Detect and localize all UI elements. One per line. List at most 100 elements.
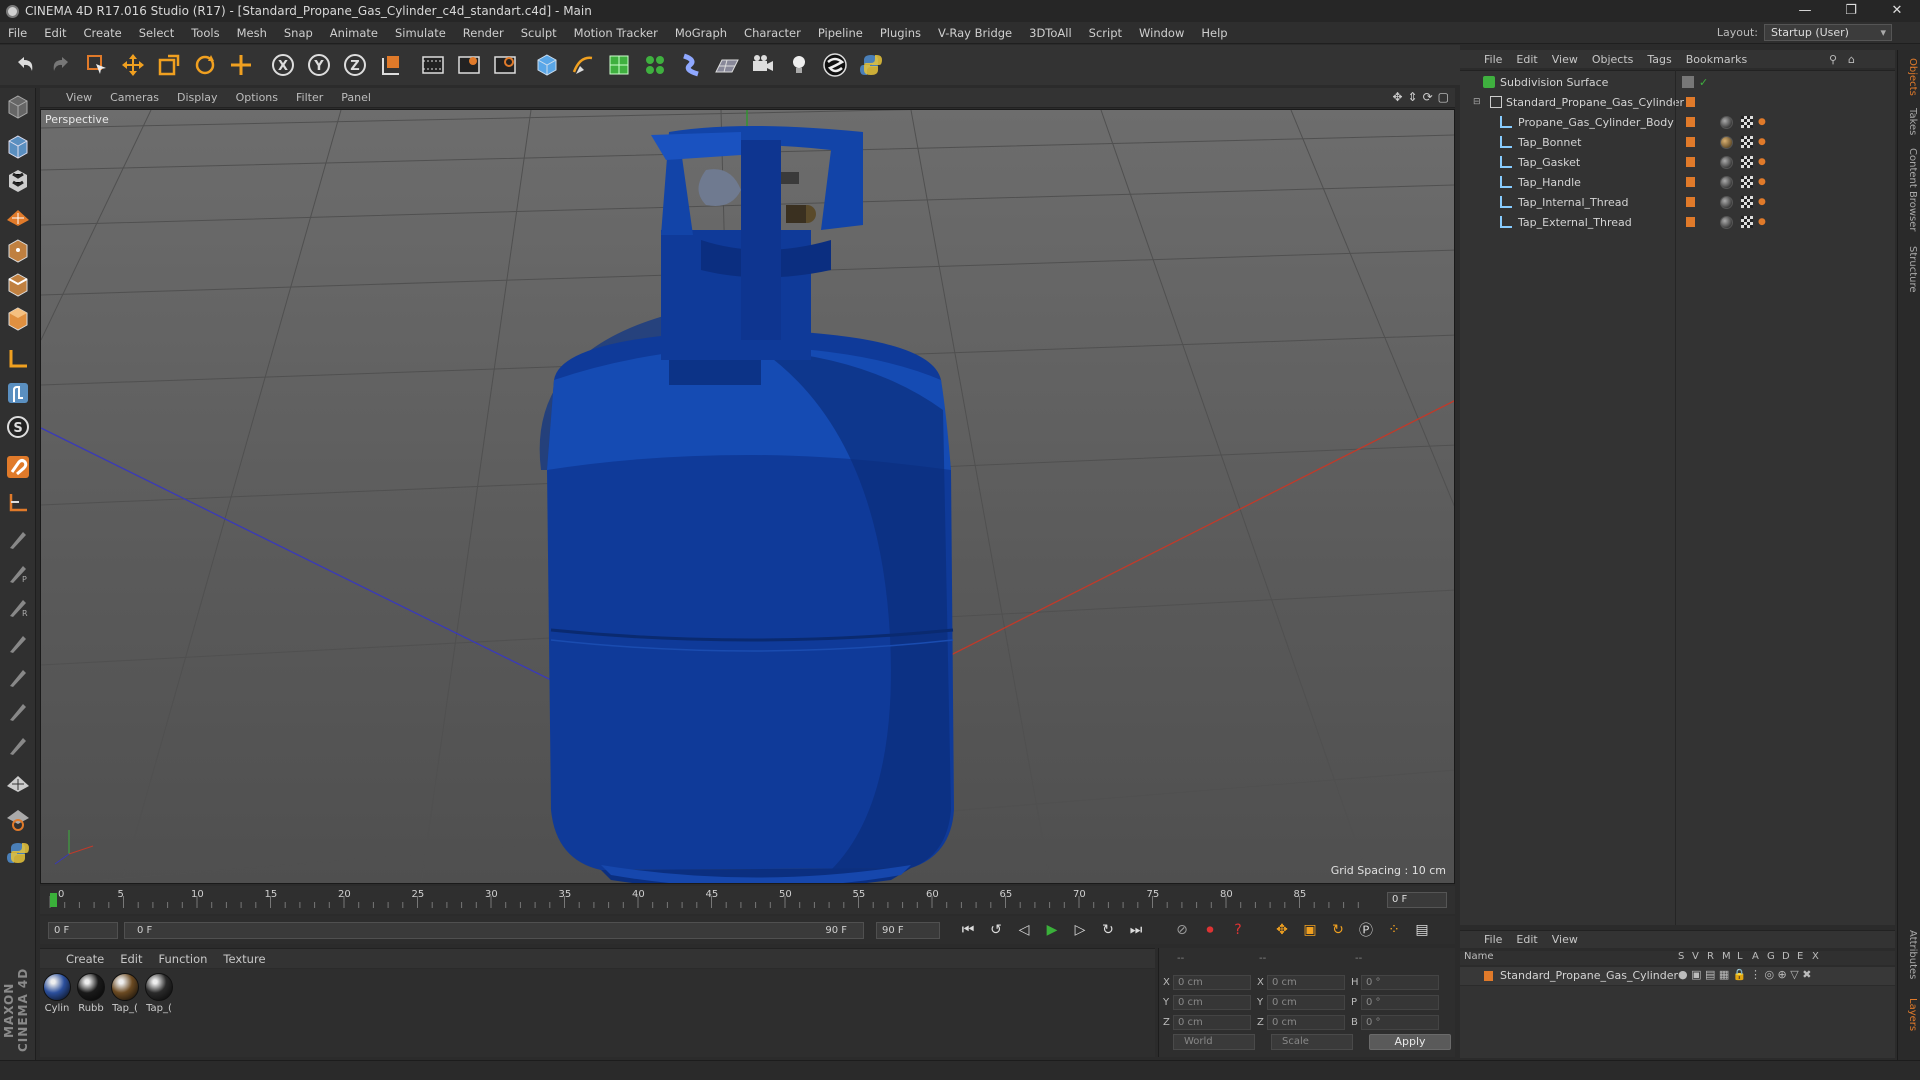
camera-icon[interactable] [748,49,778,81]
tree-row-tap-internal-thread[interactable]: Tap_Internal_Thread ● [1460,193,1895,211]
menu-plugins[interactable]: Plugins [880,26,921,40]
current-frame-field[interactable]: 0 F [1387,892,1447,908]
deformer-icon[interactable] [676,49,706,81]
phong-tag-icon[interactable]: ● [1758,117,1766,127]
coordinate-mode-dropdown[interactable]: Scale [1271,1034,1353,1050]
position-x-field[interactable]: 0 cm [1173,974,1251,990]
brush-tool-3-icon[interactable]: R [3,592,33,622]
viewport-rotate-icon[interactable]: ⟳ [1423,90,1433,104]
layer-color-icon[interactable] [1484,971,1493,981]
material-tag-icon[interactable] [1720,135,1733,149]
key-rotation-icon[interactable]: ↻ [1326,918,1350,942]
object-menu-file[interactable]: File [1484,53,1502,66]
x-axis-icon[interactable]: X [268,49,298,81]
search-icon[interactable]: ⚲ [1829,53,1837,66]
menu-script[interactable]: Script [1089,26,1122,40]
uvw-tag-icon[interactable] [1741,216,1753,228]
lock-workplane-icon[interactable] [3,768,33,798]
phong-tag-icon[interactable]: ● [1758,217,1766,227]
menu-sculpt[interactable]: Sculpt [521,26,557,40]
brush-tool-2-icon[interactable]: P [3,558,33,588]
key-position-icon[interactable]: ✥ [1270,918,1294,942]
layer-col-solo[interactable]: S [1678,951,1684,962]
go-to-start-icon[interactable]: ⏮ [956,918,980,942]
timeline-layout-icon[interactable]: ▤ [1410,918,1434,942]
object-menu-bookmarks[interactable]: Bookmarks [1686,53,1747,66]
motion-record-icon[interactable]: ⊘ [1170,918,1194,942]
material-tag-icon[interactable] [1720,175,1733,189]
key-scale-icon[interactable]: ▣ [1298,918,1322,942]
tree-row-subdivision-surface[interactable]: Subdivision Surface ✓ [1460,73,1895,91]
layer-col-generators[interactable]: G [1767,951,1775,962]
brush-tool-7-icon[interactable] [3,730,33,760]
uvw-tag-icon[interactable] [1741,116,1753,128]
cube-icon[interactable] [532,49,562,81]
collapse-toggle-icon[interactable]: ⊟ [1473,97,1481,107]
tab-objects[interactable]: Objects [1900,58,1918,96]
tree-row-tap-handle[interactable]: Tap_Handle ● [1460,173,1895,191]
tab-attributes[interactable]: Attributes [1900,930,1918,979]
apply-button[interactable]: Apply [1369,1034,1451,1050]
material-tag-icon[interactable] [1720,115,1733,129]
next-key-icon[interactable]: ↻ [1096,918,1120,942]
subdivision-icon[interactable] [604,49,634,81]
size-z-field[interactable]: 0 cm [1267,1014,1345,1030]
material-slot[interactable]: Cylin [42,973,72,1014]
layer-toggle-icons[interactable]: ● ▣ ▤ ▦ 🔒 ⋮ ◎ ⊕ ▽ ✖ [1678,968,1811,981]
menu-select[interactable]: Select [139,26,174,40]
material-menu-function[interactable]: Function [159,952,208,966]
render-settings-icon[interactable] [490,49,520,81]
go-to-end-icon[interactable]: ⏭ [1124,918,1148,942]
scale-icon[interactable] [154,49,184,81]
layer-col-locked[interactable]: L [1737,951,1743,962]
tree-row-tap-bonnet[interactable]: Tap_Bonnet ● [1460,133,1895,151]
layer-menu-view[interactable]: View [1552,933,1578,946]
frame-range-slider[interactable]: 0 F 90 F [124,921,864,939]
autokey-icon[interactable]: ? [1226,918,1250,942]
enabled-check-icon[interactable]: ✓ [1699,76,1708,89]
y-axis-icon[interactable]: Y [304,49,334,81]
tree-row-tap-gasket[interactable]: Tap_Gasket ● [1460,153,1895,171]
rotation-p-field[interactable]: 0 ° [1361,994,1439,1010]
phong-tag-icon[interactable]: ● [1758,157,1766,167]
python-icon[interactable] [856,49,886,81]
menu-motion-tracker[interactable]: Motion Tracker [574,26,658,40]
viewport-menu-display[interactable]: Display [177,91,218,104]
phong-tag-icon[interactable]: ● [1758,197,1766,207]
tree-row-propane-gas-cylinder-body[interactable]: Propane_Gas_Cylinder_Body ● [1460,113,1895,131]
menu-animate[interactable]: Animate [330,26,378,40]
previous-key-icon[interactable]: ↺ [984,918,1008,942]
layer-col-xref[interactable]: X [1812,951,1819,962]
layer-col-expressions[interactable]: E [1797,951,1803,962]
menu-edit[interactable]: Edit [44,26,66,40]
layer-menu-edit[interactable]: Edit [1516,933,1537,946]
menu-tools[interactable]: Tools [191,26,219,40]
menu-create[interactable]: Create [84,26,122,40]
layer-col-render[interactable]: R [1707,951,1714,962]
tab-structure[interactable]: Structure [1900,246,1918,293]
magnet-icon[interactable] [3,452,33,482]
menu-render[interactable]: Render [463,26,504,40]
brush-tool-4-icon[interactable] [3,628,33,658]
previous-frame-icon[interactable]: ◁ [1012,918,1036,942]
sculpt-icon[interactable] [3,804,33,834]
object-menu-objects[interactable]: Objects [1592,53,1634,66]
menu-pipeline[interactable]: Pipeline [818,26,863,40]
record-keys-icon[interactable]: ⏺ [1198,918,1222,942]
restore-button[interactable]: ❐ [1828,0,1874,22]
material-tag-icon[interactable] [1720,215,1733,229]
viewport-menu-panel[interactable]: Panel [341,91,371,104]
play-icon[interactable]: ▶ [1040,918,1064,942]
menu-window[interactable]: Window [1139,26,1184,40]
viewport-menu-options[interactable]: Options [236,91,278,104]
snap-icon[interactable]: S [3,412,33,442]
layer-menu-file[interactable]: File [1484,933,1502,946]
make-editable-icon[interactable] [3,92,33,122]
end-frame-field[interactable]: 90 F [876,921,940,939]
material-tag-icon[interactable] [1720,155,1733,169]
menu-help[interactable]: Help [1201,26,1227,40]
layer-row[interactable]: Standard_Propane_Gas_Cylinder ● ▣ ▤ ▦ 🔒 … [1460,967,1895,985]
edges-mode-icon[interactable] [3,270,33,300]
tree-row-standard-propane-gas-cylinder[interactable]: ⊟ Standard_Propane_Gas_Cylinder [1460,93,1895,111]
material-slot[interactable]: Rubb [76,973,106,1014]
